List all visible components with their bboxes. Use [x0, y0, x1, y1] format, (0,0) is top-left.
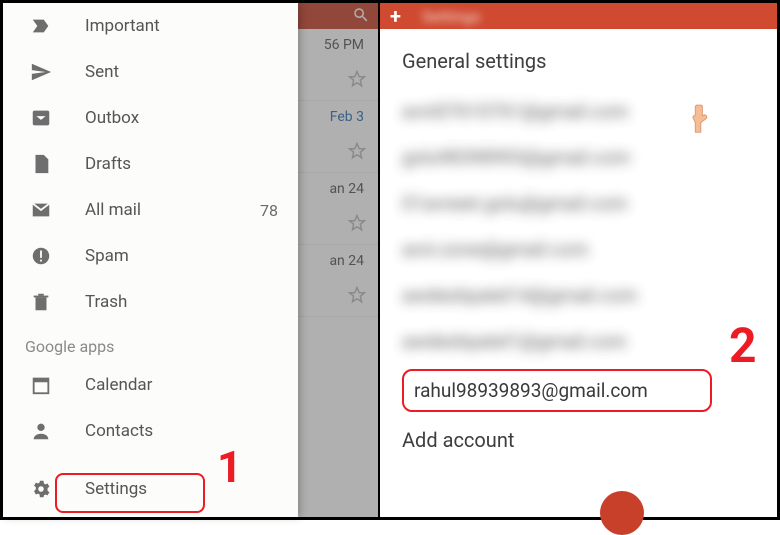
- mail-icon: [25, 194, 57, 226]
- account-email: rahul98939893@gmail.com: [414, 379, 648, 402]
- nav-drafts[interactable]: Drafts: [3, 141, 298, 187]
- nav-label: Spam: [85, 246, 129, 266]
- account-item[interactable]: avni.zone@gmail.com: [402, 231, 759, 267]
- account-item-highlighted[interactable]: rahul98939893@gmail.com: [402, 369, 712, 412]
- spam-icon: [25, 240, 57, 272]
- nav-outbox[interactable]: Outbox: [3, 95, 298, 141]
- important-icon: [25, 10, 57, 42]
- account-item[interactable]: awdeshpatel14@gmail.com: [402, 277, 759, 313]
- back-icon[interactable]: +: [390, 5, 401, 27]
- outbox-icon: [25, 102, 57, 134]
- trash-icon: [25, 286, 57, 318]
- nav-label: Outbox: [85, 108, 139, 128]
- nav-drawer: Important Sent Outbox Drafts All mail 78: [3, 3, 298, 517]
- send-icon: [25, 56, 57, 88]
- nav-label: Important: [85, 16, 160, 36]
- nav-label: Drafts: [85, 154, 131, 174]
- nav-count: 78: [260, 201, 278, 220]
- nav-important[interactable]: Important: [3, 3, 298, 49]
- nav-all-mail[interactable]: All mail 78: [3, 187, 298, 233]
- drawer-scrim[interactable]: [298, 3, 378, 517]
- nav-calendar[interactable]: Calendar: [3, 362, 298, 408]
- nav-label: Sent: [85, 62, 119, 82]
- annotation-number-1: 1: [217, 441, 242, 493]
- nav-label: Calendar: [85, 375, 152, 395]
- left-pane: 56 PM Feb 3 an 24 an 24 Important: [3, 3, 378, 517]
- account-item[interactable]: awdeshpatel1@gmail.com: [402, 323, 759, 359]
- annotation-box-1: [55, 473, 205, 513]
- general-settings-item[interactable]: General settings: [402, 49, 759, 73]
- drafts-icon: [25, 148, 57, 180]
- nav-label: Contacts: [85, 421, 153, 441]
- hand-cursor-icon: [691, 103, 717, 133]
- nav-label: All mail: [85, 200, 141, 220]
- add-account-item[interactable]: Add account: [402, 428, 759, 452]
- nav-label: Trash: [85, 292, 127, 312]
- compose-fab: [600, 491, 644, 535]
- appbar-title: Settings: [422, 7, 480, 26]
- nav-contacts[interactable]: Contacts: [3, 408, 298, 454]
- calendar-icon: [25, 369, 57, 401]
- account-item[interactable]: golu98398993@gmail.com: [402, 139, 759, 175]
- gear-icon: [25, 473, 57, 505]
- account-item[interactable]: 01avneet.golu@gmail.com: [402, 185, 759, 221]
- nav-spam[interactable]: Spam: [3, 233, 298, 279]
- contacts-icon: [25, 415, 57, 447]
- right-pane: + Settings General settings avni07610761…: [380, 3, 777, 517]
- settings-appbar: + Settings: [380, 3, 777, 29]
- nav-trash[interactable]: Trash: [3, 279, 298, 325]
- section-google-apps: Google apps: [3, 325, 298, 362]
- nav-sent[interactable]: Sent: [3, 49, 298, 95]
- annotation-number-2: 2: [729, 317, 757, 374]
